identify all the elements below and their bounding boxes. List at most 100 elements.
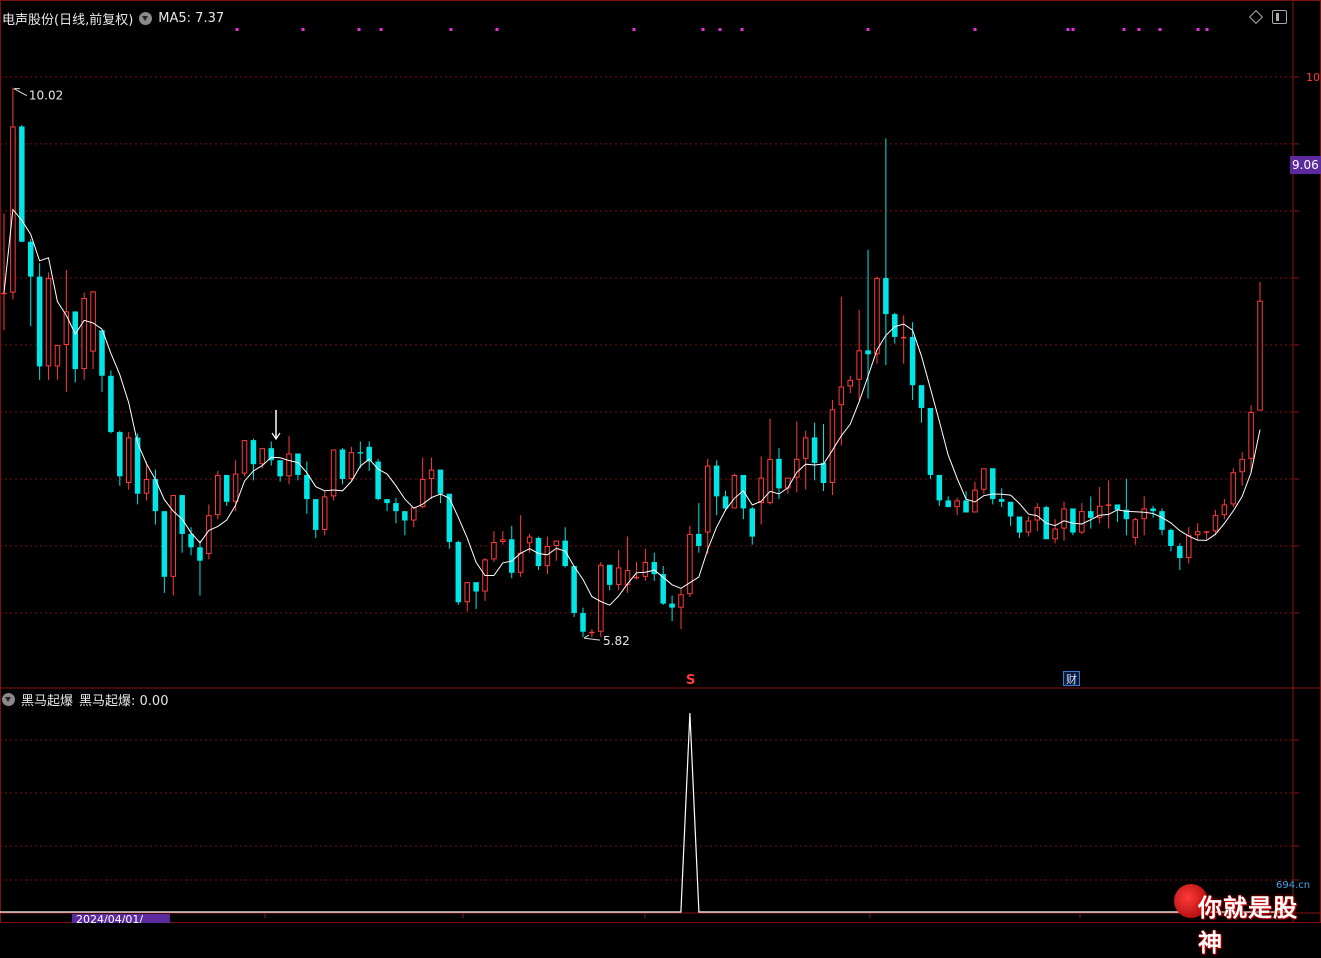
candle	[990, 468, 996, 505]
finance-badge[interactable]: 财	[1063, 671, 1080, 686]
signal-marker	[1071, 28, 1075, 31]
candle-body	[1007, 501, 1014, 517]
candle	[918, 385, 925, 423]
watermark-site: 694.cn	[1276, 880, 1311, 891]
candle-body	[45, 277, 52, 367]
signal-marker	[866, 28, 870, 31]
candle	[1203, 531, 1210, 540]
low-arrow	[583, 637, 601, 641]
candle-body	[1087, 511, 1094, 518]
candle	[1194, 523, 1201, 541]
candle	[838, 296, 845, 446]
candle	[455, 540, 462, 605]
candle	[642, 548, 649, 581]
candle-body	[1185, 535, 1192, 559]
kline-chart[interactable]: 10.02 5.82 10	[0, 0, 1321, 923]
candle	[419, 457, 426, 509]
candle	[428, 457, 435, 500]
indicator-title: 黑马起爆	[21, 694, 74, 709]
candle-body	[678, 594, 684, 608]
candle	[1016, 516, 1023, 538]
candle	[713, 460, 720, 516]
candle	[972, 481, 978, 513]
candle	[678, 588, 684, 630]
diamond-icon[interactable]	[1249, 10, 1263, 24]
candle-body	[571, 566, 577, 613]
candle	[179, 495, 185, 553]
candle-body	[393, 503, 399, 512]
candle-body	[642, 562, 649, 577]
candle	[651, 552, 658, 581]
signal-marker	[632, 28, 636, 31]
candle-body	[998, 499, 1005, 502]
candle	[1150, 505, 1156, 518]
candle	[63, 269, 70, 392]
annotations: 10.02 5.82 10	[13, 71, 1320, 648]
signal-marker	[379, 28, 383, 31]
candle-body	[633, 576, 640, 579]
candle	[704, 458, 711, 555]
candle-body	[54, 344, 61, 367]
candle	[54, 344, 61, 380]
candle	[10, 87, 16, 300]
candle	[998, 488, 1005, 508]
candle-body	[36, 276, 43, 367]
signal-marker	[449, 28, 453, 31]
candle-body	[517, 552, 524, 573]
candle-body	[223, 474, 230, 502]
candle-body	[1079, 511, 1085, 533]
candle-body	[927, 407, 934, 475]
candle-body	[1141, 508, 1147, 520]
candle-body	[437, 469, 444, 494]
candle	[45, 272, 52, 380]
candle	[393, 497, 399, 524]
candle-body	[1177, 545, 1183, 559]
candle-body	[508, 539, 515, 573]
candle-body	[1105, 504, 1112, 506]
chevron-down-icon[interactable]	[2, 693, 15, 706]
candle	[508, 525, 515, 579]
candle-body	[767, 458, 773, 504]
candle-body	[526, 536, 533, 544]
candle-body	[402, 511, 408, 521]
candle-body	[598, 564, 604, 632]
candle-body	[357, 452, 364, 454]
candle-body	[722, 496, 729, 509]
candle	[847, 375, 854, 394]
candle	[633, 562, 640, 580]
candle	[1159, 508, 1165, 536]
candle	[117, 430, 123, 486]
candle	[794, 421, 800, 493]
candle-body	[981, 468, 987, 490]
candle	[1123, 478, 1130, 536]
candle-body	[544, 545, 551, 567]
candle	[152, 469, 159, 525]
candle	[108, 370, 114, 434]
candle-body	[856, 350, 862, 380]
candle-body	[197, 547, 203, 561]
candle-body	[704, 465, 711, 533]
candle	[669, 595, 675, 622]
candle-body	[1230, 472, 1237, 505]
candle	[321, 491, 328, 536]
candle	[330, 449, 337, 501]
candle	[1, 213, 7, 331]
panel-toggle-icon[interactable]	[1272, 10, 1287, 24]
candle-body	[749, 508, 756, 537]
candle	[170, 495, 177, 596]
candle-body	[1159, 511, 1165, 530]
candle	[811, 422, 818, 481]
candle-body	[72, 311, 79, 370]
candle-body	[277, 460, 283, 477]
candle-body	[802, 437, 809, 459]
chevron-down-icon[interactable]	[139, 12, 153, 25]
candle-body	[696, 533, 702, 546]
candle	[687, 525, 693, 597]
candle	[161, 511, 168, 593]
candle	[277, 460, 283, 482]
candle	[776, 448, 782, 500]
indicator-panel	[0, 712, 1293, 913]
candle	[562, 527, 568, 568]
candle	[731, 473, 738, 509]
candle-body	[651, 562, 658, 575]
